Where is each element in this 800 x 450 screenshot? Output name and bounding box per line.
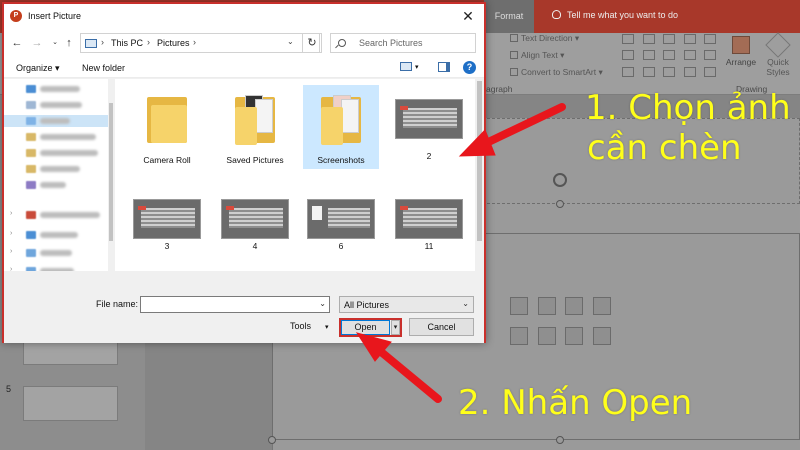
arrow-to-open xyxy=(370,342,442,403)
annotation-step-1: 1. Chọn ảnh cần chèn xyxy=(585,88,791,169)
arrow-to-image xyxy=(474,103,566,151)
annotation-step-2: 2. Nhấn Open xyxy=(458,383,693,423)
arrowhead-to-image xyxy=(458,129,496,157)
